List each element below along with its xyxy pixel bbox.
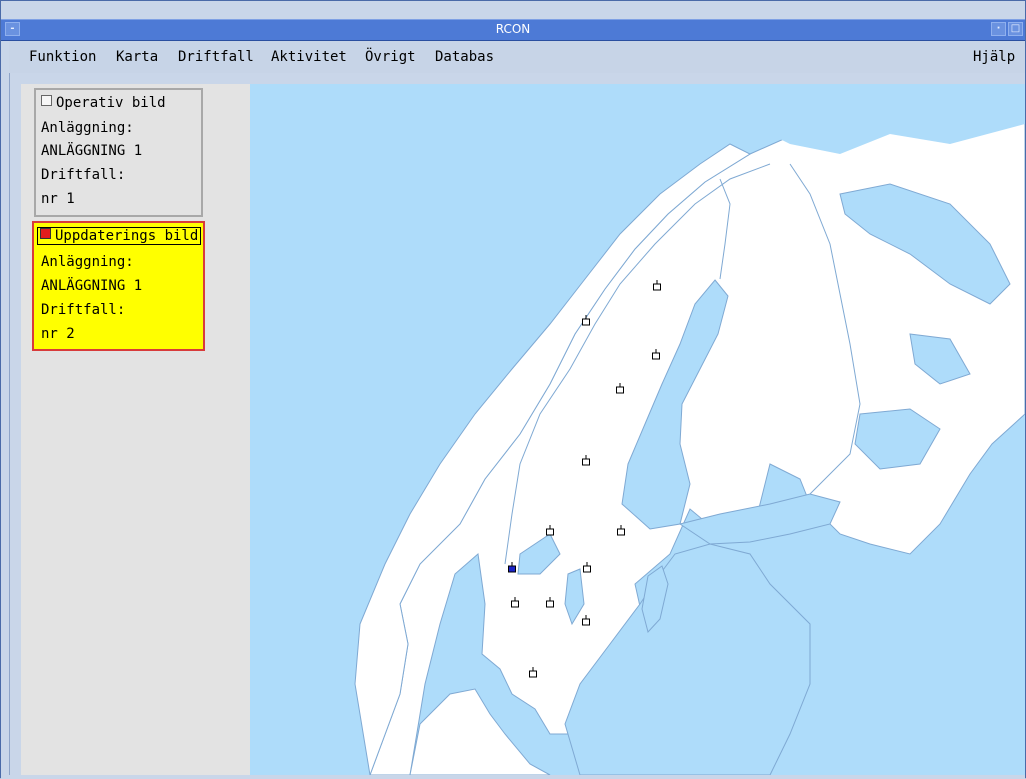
anlaggning-label: Anläggning: [41, 120, 134, 136]
title-bar[interactable]: - RCON · □ [1, 19, 1025, 41]
operativ-bild-label: Operativ bild [56, 95, 166, 111]
scandinavia-map[interactable] [250, 84, 1025, 775]
menu-driftfall[interactable]: Driftfall [178, 49, 254, 65]
maximize-button[interactable]: □ [1008, 22, 1023, 36]
window-bottom-frame [9, 775, 1025, 779]
operativ-bild-card[interactable]: Operativ bild Anläggning: ANLÄGGNING 1 D… [34, 88, 203, 217]
minimize-button[interactable]: · [991, 22, 1006, 36]
window-left-frame [1, 41, 10, 779]
uppdaterings-bild-label: Uppdaterings bild [55, 228, 199, 244]
dot-icon: · [996, 23, 1001, 34]
driftfall-value: nr 1 [41, 191, 75, 207]
window-top-strip [1, 1, 1025, 20]
checkbox-checked-icon[interactable] [40, 228, 51, 239]
anlaggning-value: ANLÄGGNING 1 [41, 143, 143, 159]
app-window: - RCON · □ Funktion Karta Driftfall Akti… [0, 0, 1026, 779]
menu-bar: Funktion Karta Driftfall Aktivitet Övrig… [9, 41, 1025, 73]
square-icon: □ [1010, 23, 1021, 34]
focus-frame: Uppdaterings bild [37, 227, 202, 245]
uppdaterings-bild-card[interactable]: Uppdaterings bild Anläggning: ANLÄGGNING… [32, 221, 205, 351]
driftfall-value: nr 2 [41, 326, 75, 342]
uppdaterings-bild-toggle[interactable]: Uppdaterings bild [37, 227, 202, 245]
operativ-bild-toggle[interactable]: Operativ bild [41, 95, 166, 111]
menu-karta[interactable]: Karta [116, 49, 158, 65]
anlaggning-value: ANLÄGGNING 1 [41, 278, 143, 294]
menu-hjalp[interactable]: Hjälp [973, 49, 1015, 65]
map-view[interactable] [250, 84, 1025, 775]
driftfall-label: Driftfall: [41, 302, 126, 318]
menu-funktion[interactable]: Funktion [29, 49, 96, 65]
driftfall-label: Driftfall: [41, 167, 126, 183]
window-title: RCON [495, 22, 531, 36]
anlaggning-label: Anläggning: [41, 254, 134, 270]
menu-databas[interactable]: Databas [435, 49, 494, 65]
checkbox-icon[interactable] [41, 95, 52, 106]
menu-ovrigt[interactable]: Övrigt [365, 49, 416, 65]
menu-aktivitet[interactable]: Aktivitet [271, 49, 347, 65]
